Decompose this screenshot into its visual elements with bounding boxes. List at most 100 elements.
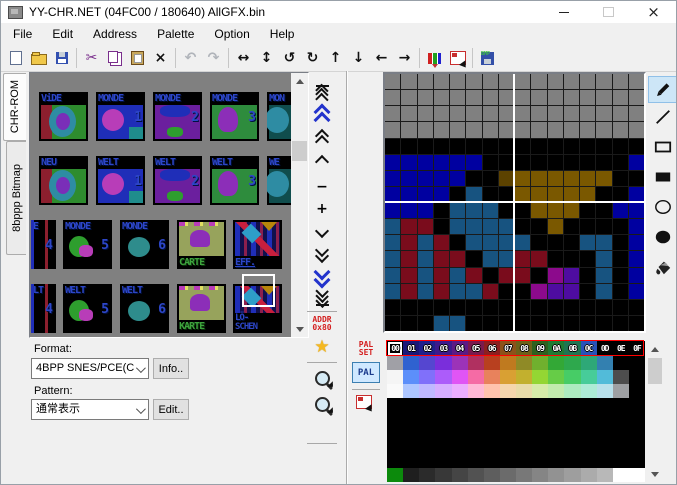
tile-mon[interactable]: MON [267,92,291,141]
palette-swatch-r6-c15[interactable] [628,426,645,440]
palette-swatch-r4-c13[interactable] [596,398,613,412]
palette-swatch-r3-c8[interactable] [516,384,533,398]
palette-swatch-r1-c6[interactable] [483,356,500,370]
palette-file-button[interactable] [446,47,469,70]
palette-swatch-r3-c3[interactable] [435,384,452,398]
save-button[interactable] [50,47,73,70]
tile-monde6[interactable]: MONDE 6 [120,220,169,269]
palette-swatch-r7-c13[interactable] [596,440,613,454]
rectangle-tool[interactable] [648,136,676,163]
format-dropdown[interactable]: 4BPP SNES/PCE(C [31,358,149,379]
palette-swatch-r7-c12[interactable] [580,440,597,454]
palette-swatch-r3-c14[interactable] [612,384,629,398]
palette-swatch-r5-c7[interactable] [499,412,516,426]
palette-index-0D[interactable]: 0D [596,341,613,356]
palette-swatch-r7-c8[interactable] [516,440,533,454]
shift-right-button[interactable]: → [393,47,416,70]
palette-index-0E[interactable]: 0E [612,341,629,356]
palette-swatch-r8-c7[interactable] [499,454,516,468]
palette-swatch-r4-c15[interactable] [628,398,645,412]
palette-swatch-r9-c4[interactable] [451,468,468,482]
palette-swatch-r1-c11[interactable] [564,356,581,370]
palette-swatch-r6-c4[interactable] [451,426,468,440]
palette-swatch-r7-c11[interactable] [564,440,581,454]
palette-swatch-r7-c10[interactable] [548,440,565,454]
palette-swatch-r8-c5[interactable] [467,454,484,468]
palette-swatch-r3-c0[interactable] [387,384,404,398]
palette-swatch-r2-c0[interactable] [387,370,404,384]
palette-scrollbar[interactable] [647,341,663,482]
palette-swatch-r5-c0[interactable] [387,412,404,426]
shift-left-button[interactable]: ← [370,47,393,70]
line-up-button[interactable] [307,153,337,171]
edit-button[interactable]: Edit.. [153,399,189,420]
palette-swatch-r9-c13[interactable] [596,468,613,482]
palette-swatch-r2-c6[interactable] [483,370,500,384]
zoom-out-button[interactable] [307,393,337,415]
palette-swatch-r2-c12[interactable] [580,370,597,384]
info-button[interactable]: Info.. [153,358,189,379]
palette-swatch-r8-c8[interactable] [516,454,533,468]
redo-button[interactable]: ↷ [202,47,225,70]
pattern-dropdown[interactable]: 通常表示 [31,399,149,420]
palette-swatch-r8-c1[interactable] [403,454,420,468]
palette-swatch-r6-c14[interactable] [612,426,629,440]
tile-viewer-scrollbar[interactable] [291,73,308,337]
palette-swatch-r5-c5[interactable] [467,412,484,426]
palette-swatch-r5-c11[interactable] [564,412,581,426]
palette-swatch-r1-c14[interactable] [612,356,629,370]
delete-button[interactable]: × [149,47,172,70]
palette-index-0F[interactable]: 0F [628,341,645,356]
palette-swatch-r4-c1[interactable] [403,398,420,412]
tab-chr-rom[interactable]: CHR-ROM [3,73,26,141]
palette-swatch-r9-c8[interactable] [516,468,533,482]
palette-swatch-r9-c1[interactable] [403,468,420,482]
palette-index-05[interactable]: 05 [467,341,484,356]
ellipse-tool[interactable] [648,196,676,223]
palette-swatch-r8-c2[interactable] [419,454,436,468]
palette-swatch-r2-c15[interactable] [628,370,645,384]
palette-swatch-r7-c15[interactable] [628,440,645,454]
rotate-left-button[interactable]: ↺ [278,47,301,70]
palette-swatch-r5-c9[interactable] [532,412,549,426]
tile-carte[interactable]: CARTE [177,220,226,269]
palette-swatch-r6-c13[interactable] [596,426,613,440]
palette-swatch-r5-c2[interactable] [419,412,436,426]
palette-swatch-r3-c7[interactable] [499,384,516,398]
tile-monde2[interactable]: MONDE 2 [153,92,202,141]
palette-swatch-r7-c0[interactable] [387,440,404,454]
scroll-up-button[interactable] [291,73,308,89]
paste-button[interactable] [126,47,149,70]
palette-swatch-r5-c10[interactable] [548,412,565,426]
palette-index-08[interactable]: 08 [516,341,533,356]
shift-up-button[interactable]: ↑ [324,47,347,70]
palette-swatch-r7-c6[interactable] [483,440,500,454]
copy-button[interactable] [103,47,126,70]
palette-swatch-r2-c4[interactable] [451,370,468,384]
palette-swatch-r9-c5[interactable] [467,468,484,482]
palette-swatch-r8-c4[interactable] [451,454,468,468]
menu-palette[interactable]: Palette [147,24,204,44]
palette-swatch-r8-c10[interactable] [548,454,565,468]
palette-swatch-r3-c10[interactable] [548,384,565,398]
palette-swatch-r1-c13[interactable] [596,356,613,370]
jump-bottom-button[interactable] [307,284,337,308]
palette-swatch-r4-c4[interactable] [451,398,468,412]
palette-swatch-r6-c10[interactable] [548,426,565,440]
palette-swatch-r7-c3[interactable] [435,440,452,454]
palette-swatch-r2-c2[interactable] [419,370,436,384]
palette-swatch-r4-c14[interactable] [612,398,629,412]
palette-swatch-r7-c5[interactable] [467,440,484,454]
palette-swatch-r6-c11[interactable] [564,426,581,440]
palette-swatch-r4-c9[interactable] [532,398,549,412]
bmp-save-button[interactable] [476,47,499,70]
tile-welt1[interactable]: WELT 1 [96,156,145,205]
palette-swatch-r9-c2[interactable] [419,468,436,482]
palette-swatch-r2-c11[interactable] [564,370,581,384]
palette-swatch-r6-c3[interactable] [435,426,452,440]
tile-welt3[interactable]: WELT 3 [210,156,259,205]
palette-swatch-r4-c0[interactable] [387,398,404,412]
tile-we[interactable]: WE [267,156,291,205]
tile-karte[interactable]: KARTE [177,284,226,333]
palette-index-01[interactable]: 01 [403,341,420,356]
